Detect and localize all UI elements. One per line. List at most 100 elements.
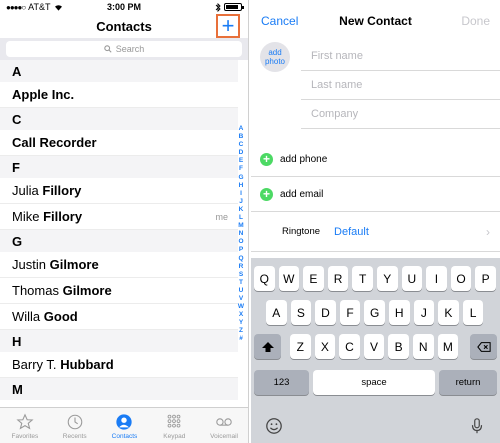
tab-recents[interactable]: Recents xyxy=(50,408,100,443)
contact-row[interactable]: Apple Inc. xyxy=(0,82,238,108)
key-m[interactable]: M xyxy=(437,334,459,359)
key-v[interactable]: V xyxy=(363,334,385,359)
contact-row[interactable]: Thomas Gilmore xyxy=(0,278,238,304)
me-badge: me xyxy=(215,211,228,222)
tab-voicemail[interactable]: Voicemail xyxy=(199,408,248,443)
add-icon: + xyxy=(260,152,273,166)
page-title: New Contact xyxy=(339,14,412,28)
key-d[interactable]: D xyxy=(315,300,336,325)
key-u[interactable]: U xyxy=(401,266,423,291)
shift-key[interactable] xyxy=(254,334,281,359)
index-letter[interactable]: L xyxy=(239,214,243,222)
section-header: H xyxy=(0,330,238,352)
key-k[interactable]: K xyxy=(438,300,459,325)
company-field[interactable]: Company xyxy=(301,100,500,129)
key-p[interactable]: P xyxy=(475,266,496,291)
first-name-field[interactable]: First name xyxy=(301,42,500,71)
section-index[interactable]: A B C D E F G H I J K L M N O P Q R S T U V W X Y Z # xyxy=(237,125,245,344)
space-key[interactable]: space xyxy=(313,370,435,395)
index-letter[interactable]: E xyxy=(239,157,243,165)
index-letter[interactable]: V xyxy=(239,295,243,303)
tab-contacts[interactable]: Contacts xyxy=(100,408,150,443)
key-z[interactable]: Z xyxy=(290,334,311,359)
backspace-key[interactable] xyxy=(470,334,497,359)
index-letter[interactable]: H xyxy=(239,182,244,190)
key-r[interactable]: R xyxy=(327,266,349,291)
index-letter[interactable]: G xyxy=(238,174,243,182)
index-letter[interactable]: C xyxy=(239,141,244,149)
done-button[interactable]: Done xyxy=(461,14,490,28)
ringtone-value: Default xyxy=(334,225,369,238)
index-letter[interactable]: T xyxy=(239,279,243,287)
key-t[interactable]: T xyxy=(352,266,373,291)
numbers-key[interactable]: 123 xyxy=(254,370,309,395)
nav-bar: Cancel New Contact Done xyxy=(251,0,500,42)
index-letter[interactable]: N xyxy=(239,230,244,238)
key-l[interactable]: L xyxy=(462,300,484,325)
microphone-icon[interactable] xyxy=(468,417,486,435)
cancel-button[interactable]: Cancel xyxy=(261,14,298,28)
contact-first-name: Justin xyxy=(12,257,46,272)
contact-row[interactable]: Julia Fillory xyxy=(0,178,238,204)
contact-row[interactable]: Willa Good xyxy=(0,304,238,330)
key-j[interactable]: J xyxy=(413,300,435,325)
contact-row[interactable]: Call Recorder xyxy=(0,130,238,156)
tab-keypad[interactable]: Keypad xyxy=(149,408,199,443)
index-letter[interactable]: F xyxy=(239,165,243,173)
index-letter[interactable]: U xyxy=(239,287,244,295)
key-e[interactable]: E xyxy=(303,266,324,291)
new-contact-screen: Cancel New Contact Done add photo First … xyxy=(251,0,500,443)
key-g[interactable]: G xyxy=(364,300,385,325)
add-photo-button[interactable]: add photo xyxy=(260,42,290,72)
contact-row[interactable]: Barry T. Hubbard xyxy=(0,352,238,378)
index-letter[interactable]: Y xyxy=(239,319,243,327)
index-letter[interactable]: I xyxy=(240,190,242,198)
tab-favorites[interactable]: Favorites xyxy=(0,408,50,443)
contact-list: A Apple Inc. C Call Recorder F Julia Fillory M… xyxy=(0,60,248,400)
index-letter[interactable]: W xyxy=(238,303,244,311)
index-letter[interactable]: R xyxy=(239,263,244,271)
tab-bar: Favorites Recents Contacts Keypad Voicemail xyxy=(0,407,248,443)
key-y[interactable]: Y xyxy=(377,266,398,291)
add-email-row[interactable]: + add email xyxy=(251,177,500,212)
key-a[interactable]: A xyxy=(266,300,287,325)
index-letter[interactable]: K xyxy=(239,206,244,214)
index-letter[interactable]: S xyxy=(239,271,243,279)
index-letter[interactable]: Z xyxy=(239,327,243,335)
key-i[interactable]: I xyxy=(426,266,447,291)
index-letter[interactable]: P xyxy=(239,246,243,254)
key-h[interactable]: H xyxy=(389,300,410,325)
key-f[interactable]: F xyxy=(339,300,361,325)
index-letter[interactable]: O xyxy=(238,238,243,246)
search-input[interactable]: Search xyxy=(6,41,242,57)
key-o[interactable]: O xyxy=(450,266,472,291)
star-icon xyxy=(16,413,34,430)
tab-label: Contacts xyxy=(111,433,138,440)
key-b[interactable]: B xyxy=(388,334,409,359)
ringtone-row[interactable]: Ringtone Default › xyxy=(251,212,500,252)
index-letter[interactable]: X xyxy=(239,311,243,319)
section-header: F xyxy=(0,156,238,178)
add-contact-button[interactable]: + xyxy=(216,14,240,38)
key-x[interactable]: X xyxy=(314,334,336,359)
section-header: A xyxy=(0,60,238,82)
key-q[interactable]: Q xyxy=(254,266,275,291)
section-header: G xyxy=(0,230,238,252)
contact-row[interactable]: Justin Gilmore xyxy=(0,252,238,278)
key-s[interactable]: S xyxy=(290,300,312,325)
index-letter[interactable]: Q xyxy=(238,255,243,263)
add-phone-row[interactable]: + add phone xyxy=(251,142,500,177)
key-c[interactable]: C xyxy=(339,334,360,359)
contact-row[interactable]: Mike Fillory me xyxy=(0,204,238,230)
index-letter[interactable]: M xyxy=(238,222,243,230)
index-letter[interactable]: A xyxy=(239,125,244,133)
key-n[interactable]: N xyxy=(413,334,434,359)
emoji-icon[interactable] xyxy=(265,417,283,435)
index-letter[interactable]: # xyxy=(239,335,243,343)
index-letter[interactable]: J xyxy=(239,198,243,206)
key-w[interactable]: W xyxy=(278,266,300,291)
last-name-field[interactable]: Last name xyxy=(301,71,500,100)
index-letter[interactable]: B xyxy=(239,133,244,141)
return-key[interactable]: return xyxy=(439,370,497,395)
index-letter[interactable]: D xyxy=(239,149,244,157)
